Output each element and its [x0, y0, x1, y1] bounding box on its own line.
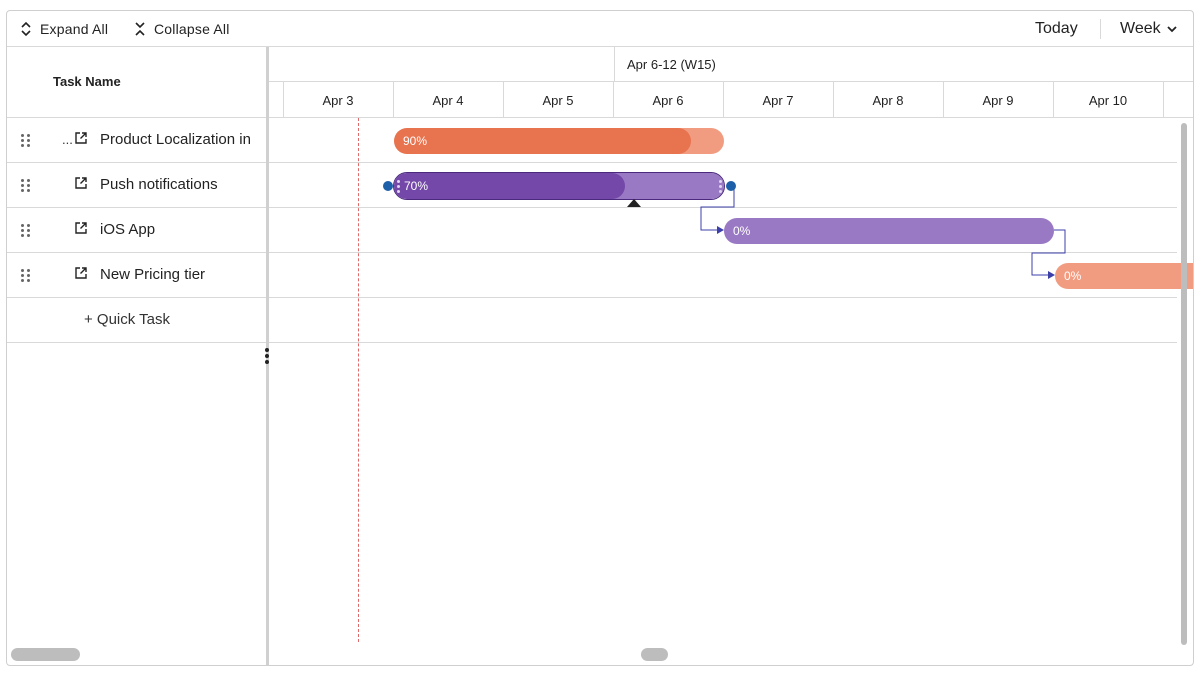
drag-handle-icon[interactable]: [21, 269, 31, 283]
open-task-icon[interactable]: [74, 176, 88, 190]
chevron-down-icon: [1166, 26, 1177, 33]
view-mode-label: Week: [1120, 20, 1161, 37]
link-start-handle[interactable]: [383, 181, 393, 191]
today-button[interactable]: Today: [1035, 11, 1078, 47]
task-bar[interactable]: 90%: [394, 128, 724, 154]
expand-all-label: Expand All: [40, 21, 109, 37]
task-bar-progress: [394, 173, 625, 199]
today-label: Today: [1035, 20, 1078, 37]
drag-handle-icon[interactable]: [21, 224, 31, 238]
open-task-icon[interactable]: [74, 131, 88, 145]
task-row[interactable]: New Pricing tier: [7, 253, 268, 298]
open-task-icon[interactable]: [74, 266, 88, 280]
task-name: iOS App: [100, 221, 156, 238]
toolbar-divider: [1100, 19, 1101, 39]
task-bar-progress-label: 0%: [733, 224, 751, 238]
task-name-column-header[interactable]: Task Name: [53, 74, 121, 89]
collapse-icon: [135, 22, 145, 36]
task-bar-progress-label: 90%: [403, 134, 428, 148]
expand-all-button[interactable]: Expand All: [20, 11, 108, 47]
view-mode-dropdown[interactable]: Week: [1120, 11, 1178, 47]
dependency-arrow-icon: [1048, 271, 1055, 279]
collapsed-indicator[interactable]: ...: [62, 132, 73, 147]
quick-task-row: + Quick Task: [7, 298, 268, 343]
timeline: Apr 6-12 (W15) Apr 3 Apr 4 Apr 5 Apr 6 A…: [269, 47, 1193, 665]
task-name: New Pricing tier: [100, 266, 206, 283]
task-row[interactable]: Push notifications: [7, 163, 268, 208]
toolbar: Expand All Collapse All Today Week: [7, 11, 1193, 47]
progress-drag-handle-icon[interactable]: [627, 199, 641, 207]
task-grid: Task Name ... Product Localization in Pu…: [7, 47, 268, 665]
task-row[interactable]: ... Product Localization in: [7, 118, 268, 163]
task-row[interactable]: iOS App: [7, 208, 268, 253]
task-bar-progress-label: 0%: [1064, 269, 1082, 283]
collapse-all-button[interactable]: Collapse All: [134, 11, 230, 47]
timeline-horizontal-scrollbar[interactable]: [641, 648, 668, 661]
grid-horizontal-scrollbar[interactable]: [11, 648, 80, 661]
gantt-chart: Expand All Collapse All Today Week Task …: [6, 10, 1194, 666]
task-name: Push notifications: [100, 176, 218, 193]
task-bar-progress: [394, 128, 691, 154]
task-bar-progress-label: 70%: [404, 179, 429, 193]
collapse-all-label: Collapse All: [154, 21, 230, 37]
task-bar-selected[interactable]: 70%: [393, 172, 725, 200]
dependency-arrow-icon: [717, 226, 724, 234]
quick-task-button[interactable]: + Quick Task: [84, 311, 170, 328]
drag-handle-icon[interactable]: [21, 134, 31, 148]
expand-icon: [21, 21, 31, 37]
task-name: Product Localization in: [100, 131, 251, 148]
task-grid-header: Task Name: [7, 47, 268, 118]
link-end-handle[interactable]: [726, 181, 736, 191]
resize-handle-left-icon[interactable]: [397, 180, 400, 193]
resize-handle-right-icon[interactable]: [719, 180, 722, 193]
drag-handle-icon[interactable]: [21, 179, 31, 193]
vertical-scrollbar[interactable]: [1181, 123, 1187, 645]
open-task-icon[interactable]: [74, 221, 88, 235]
task-bar[interactable]: 0%: [1055, 263, 1193, 289]
task-bar[interactable]: 0%: [724, 218, 1054, 244]
